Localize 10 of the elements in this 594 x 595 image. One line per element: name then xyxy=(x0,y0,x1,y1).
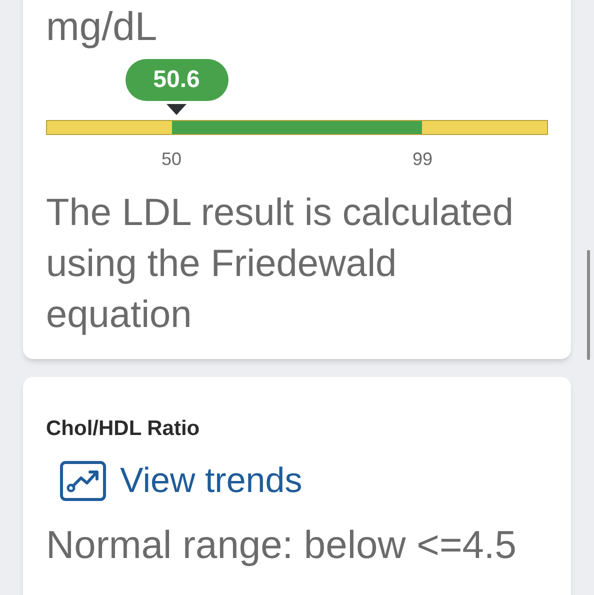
unit-label: mg/dL xyxy=(46,7,158,47)
view-trends-link[interactable]: View trends xyxy=(60,454,302,507)
trend-chart-icon xyxy=(60,460,106,501)
tick-label: 99 xyxy=(412,148,433,171)
normal-range-text: Normal range: below <=4.5 xyxy=(46,523,516,569)
pointer-icon xyxy=(166,104,187,115)
card-title: Chol/HDL Ratio xyxy=(46,416,200,442)
value-bubble: 50.6 xyxy=(125,59,228,101)
tick-label: 50 xyxy=(161,148,182,171)
note-text: The LDL result is calculated using the Friedewald equation xyxy=(46,191,514,338)
